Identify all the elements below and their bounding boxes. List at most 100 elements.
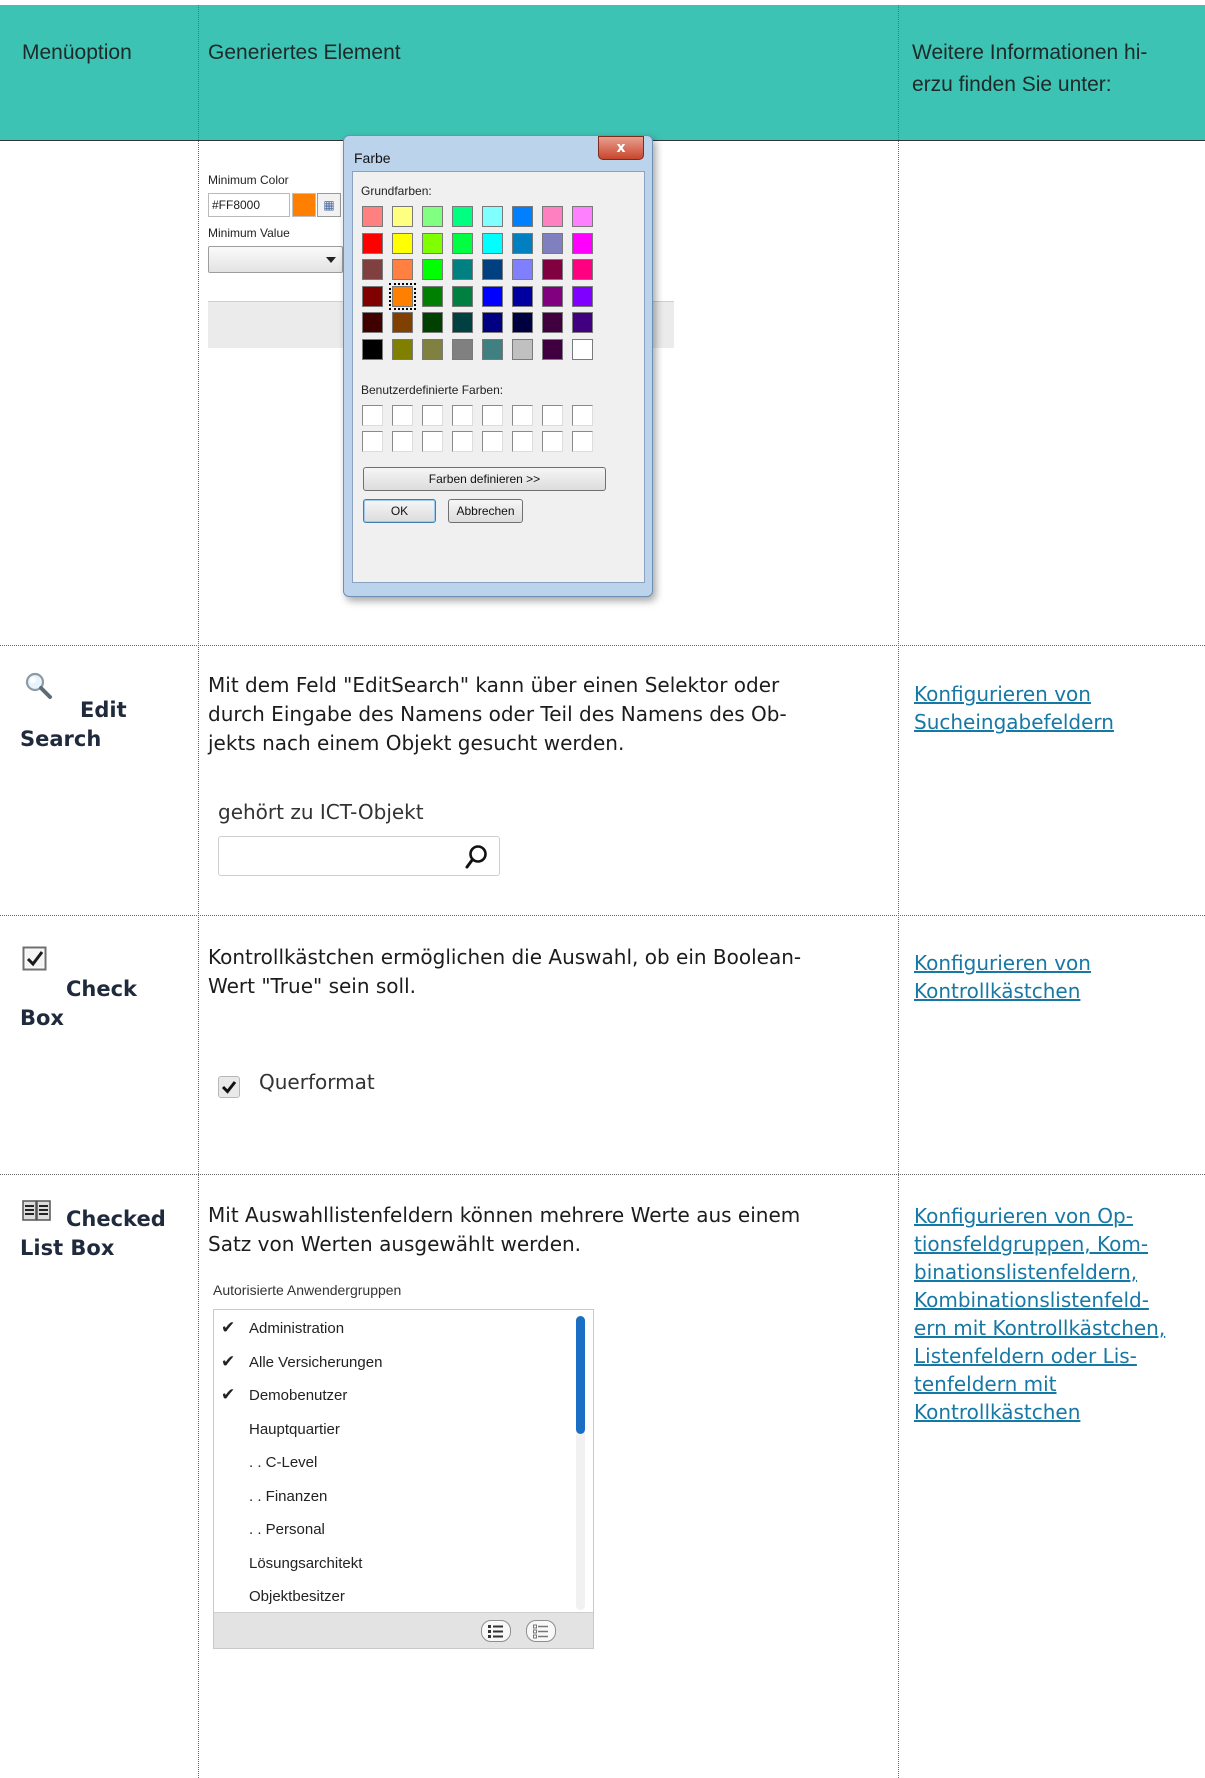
- color-swatch-cell[interactable]: [512, 206, 533, 227]
- list-item[interactable]: Lösungsarchitekt: [221, 1553, 551, 1579]
- custom-color-cell[interactable]: [392, 431, 413, 452]
- color-swatch-cell[interactable]: [572, 285, 593, 307]
- select-all-button[interactable]: [481, 1620, 511, 1642]
- custom-color-cell[interactable]: [542, 431, 563, 452]
- color-swatch-cell[interactable]: [452, 232, 473, 254]
- list-item[interactable]: . . Finanzen: [221, 1486, 551, 1512]
- cancel-button[interactable]: Abbrechen: [448, 499, 523, 523]
- custom-color-cell[interactable]: [572, 431, 593, 452]
- list-item[interactable]: ✔ Demobenutzer: [221, 1385, 551, 1411]
- checked-list-box[interactable]: ✔ Administration ✔ Alle Versicherungen ✔ Demo…: [213, 1309, 594, 1649]
- custom-color-cell[interactable]: [422, 431, 443, 452]
- color-swatch-cell[interactable]: [542, 232, 563, 254]
- list-item[interactable]: . . Personal: [221, 1519, 551, 1545]
- link-line[interactable]: tenfeldern mit: [914, 1370, 1199, 1398]
- custom-color-cell[interactable]: [422, 405, 443, 426]
- color-swatch-cell[interactable]: [572, 206, 593, 227]
- color-swatch-cell[interactable]: [362, 338, 383, 360]
- color-swatch-cell[interactable]: [572, 338, 593, 360]
- color-swatch-cell[interactable]: [362, 206, 383, 227]
- custom-color-cell[interactable]: [362, 405, 383, 426]
- search-input[interactable]: [218, 836, 500, 876]
- color-swatch[interactable]: [292, 193, 316, 217]
- link-line[interactable]: Konfigurieren von: [914, 949, 1091, 977]
- color-swatch-cell[interactable]: [542, 285, 563, 307]
- color-swatch-cell[interactable]: [422, 338, 443, 360]
- color-swatch-cell[interactable]: [482, 338, 503, 360]
- search-icon[interactable]: [465, 844, 489, 870]
- color-swatch-cell[interactable]: [392, 338, 413, 360]
- color-swatch-cell[interactable]: [392, 206, 413, 227]
- color-swatch-cell[interactable]: [392, 259, 413, 280]
- color-swatch-cell[interactable]: [542, 338, 563, 360]
- link-line[interactable]: Sucheingabefeldern: [914, 708, 1114, 736]
- color-swatch-cell[interactable]: [512, 259, 533, 280]
- list-item[interactable]: Hauptquartier: [221, 1419, 551, 1445]
- scrollbar-thumb[interactable]: [576, 1316, 585, 1434]
- custom-color-cell[interactable]: [452, 431, 473, 452]
- link-line[interactable]: tionsfeldgruppen, Kom-: [914, 1230, 1199, 1258]
- custom-color-cell[interactable]: [452, 405, 473, 426]
- link-line[interactable]: Listenfeldern oder Lis-: [914, 1342, 1199, 1370]
- color-swatch-cell[interactable]: [422, 312, 443, 333]
- color-swatch-cell[interactable]: [482, 285, 503, 307]
- color-swatch-cell[interactable]: [512, 232, 533, 254]
- link-line[interactable]: Konfigurieren von Op-: [914, 1202, 1199, 1230]
- custom-color-cell[interactable]: [362, 431, 383, 452]
- color-swatch-cell[interactable]: [572, 312, 593, 333]
- link-line[interactable]: Konfigurieren von: [914, 680, 1114, 708]
- min-value-select[interactable]: [208, 246, 343, 273]
- color-swatch-cell[interactable]: [362, 259, 383, 280]
- list-item[interactable]: Objektbesitzer: [221, 1586, 551, 1610]
- color-swatch-cell[interactable]: [512, 285, 533, 307]
- custom-color-cell[interactable]: [482, 405, 503, 426]
- color-swatch-cell[interactable]: [542, 259, 563, 280]
- color-swatch-cell[interactable]: [392, 232, 413, 254]
- color-swatch-cell[interactable]: [482, 232, 503, 254]
- custom-color-cell[interactable]: [392, 405, 413, 426]
- color-swatch-cell[interactable]: [452, 338, 473, 360]
- define-colors-button[interactable]: Farben definieren >>: [363, 467, 606, 491]
- link-line[interactable]: ern mit Kontrollkästchen,: [914, 1314, 1199, 1342]
- link-configure-option-groups[interactable]: Konfigurieren von Op- tionsfeldgruppen, …: [914, 1202, 1199, 1426]
- min-color-input[interactable]: #FF8000: [208, 193, 290, 217]
- link-line[interactable]: Kombinationslistenfeld-: [914, 1286, 1199, 1314]
- custom-color-cell[interactable]: [512, 431, 533, 452]
- custom-color-cell[interactable]: [572, 405, 593, 426]
- color-swatch-cell[interactable]: [422, 206, 443, 227]
- color-swatch-cell[interactable]: [482, 312, 503, 333]
- color-swatch-cell[interactable]: [422, 232, 443, 254]
- color-swatch-cell[interactable]: [542, 312, 563, 333]
- color-swatch-cell[interactable]: [389, 282, 416, 310]
- link-line[interactable]: Kontrollkästchen: [914, 977, 1091, 1005]
- link-line[interactable]: Kontrollkästchen: [914, 1398, 1199, 1426]
- link-configure-checkboxes[interactable]: Konfigurieren von Kontrollkästchen: [914, 949, 1091, 1005]
- landscape-checkbox[interactable]: [218, 1076, 240, 1098]
- color-swatch-cell[interactable]: [482, 206, 503, 227]
- color-swatch-cell[interactable]: [362, 285, 383, 307]
- color-swatch-cell[interactable]: [452, 259, 473, 280]
- link-configure-search-fields[interactable]: Konfigurieren von Sucheingabefeldern: [914, 680, 1114, 736]
- color-swatch-cell[interactable]: [422, 259, 443, 280]
- scrollbar-track[interactable]: [576, 1316, 585, 1610]
- color-swatch-cell[interactable]: [452, 312, 473, 333]
- color-swatch-cell[interactable]: [362, 232, 383, 254]
- custom-color-cell[interactable]: [542, 405, 563, 426]
- color-swatch-cell[interactable]: [572, 259, 593, 280]
- list-item[interactable]: . . C-Level: [221, 1452, 551, 1478]
- color-swatch-cell[interactable]: [572, 232, 593, 254]
- deselect-all-button[interactable]: [526, 1620, 556, 1642]
- color-swatch-cell[interactable]: [482, 259, 503, 280]
- color-swatch-cell[interactable]: [452, 285, 473, 307]
- list-item[interactable]: ✔ Administration: [221, 1318, 551, 1344]
- close-button[interactable]: x: [598, 136, 644, 160]
- color-swatch-cell[interactable]: [512, 312, 533, 333]
- custom-color-cell[interactable]: [482, 431, 503, 452]
- color-swatch-cell[interactable]: [422, 285, 443, 307]
- palette-icon[interactable]: ▦: [317, 193, 341, 217]
- color-swatch-cell[interactable]: [452, 206, 473, 227]
- color-swatch-cell[interactable]: [362, 312, 383, 333]
- link-line[interactable]: binationslistenfeldern,: [914, 1258, 1199, 1286]
- ok-button[interactable]: OK: [363, 499, 436, 523]
- color-swatch-cell[interactable]: [542, 206, 563, 227]
